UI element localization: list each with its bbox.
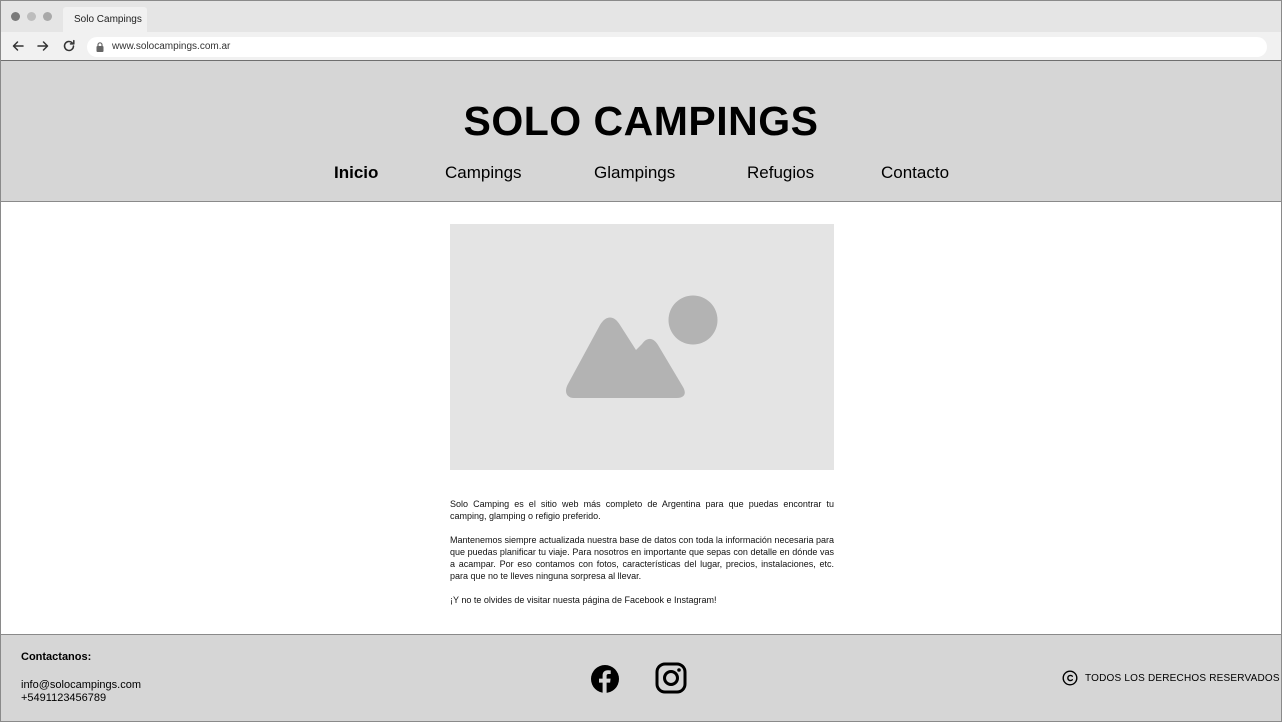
hero-image-placeholder [450, 224, 834, 470]
contact-heading: Contactanos: [21, 651, 92, 663]
reload-icon[interactable] [61, 38, 77, 54]
url-text: www.solocampings.com.ar [112, 41, 231, 52]
nav-link-contacto[interactable]: Contacto [881, 163, 949, 183]
intro-paragraph: Solo Camping es el sitio web más complet… [450, 499, 834, 521]
browser-toolbar: www.solocampings.com.ar [1, 32, 1281, 61]
image-placeholder-icon [566, 295, 718, 398]
site-footer: Contactanos: info@solocampings.com +5491… [1, 634, 1281, 721]
intro-paragraph: Mantenemos siempre actualizada nuestra b… [450, 535, 834, 581]
site-title: SOLO CAMPINGS [463, 98, 819, 144]
window-close-icon[interactable] [11, 12, 20, 21]
facebook-icon[interactable] [589, 663, 621, 695]
window-minimize-icon[interactable] [27, 12, 36, 21]
address-bar[interactable]: www.solocampings.com.ar [87, 37, 1267, 57]
copyright-text: TODOS LOS DERECHOS RESERVADOS [1085, 673, 1280, 684]
nav-link-inicio[interactable]: Inicio [334, 163, 378, 183]
instagram-icon[interactable] [655, 662, 687, 694]
contact-email-link[interactable]: info@solocampings.com [21, 679, 141, 691]
intro-paragraph: ¡Y no te olvides de visitar nuesta págin… [450, 595, 717, 605]
browser-tab-bar: Solo Campings [1, 1, 1281, 32]
intro-text: Solo Camping es el sitio web más complet… [450, 498, 834, 618]
nav-link-refugios[interactable]: Refugios [747, 163, 814, 183]
copyright-icon [1062, 670, 1078, 686]
back-arrow-icon[interactable] [10, 38, 26, 54]
browser-tab[interactable]: Solo Campings [63, 7, 147, 32]
nav-link-glampings[interactable]: Glampings [594, 163, 675, 183]
lock-icon [96, 42, 104, 52]
forward-arrow-icon[interactable] [35, 38, 51, 54]
contact-phone-link[interactable]: +5491123456789 [21, 692, 106, 704]
window-maximize-icon[interactable] [43, 12, 52, 21]
site-header: SOLO CAMPINGS Inicio Campings Glampings … [1, 61, 1281, 202]
nav-link-campings[interactable]: Campings [445, 163, 522, 183]
browser-window: Solo Campings www.solocampings.com.ar SO… [0, 0, 1282, 722]
